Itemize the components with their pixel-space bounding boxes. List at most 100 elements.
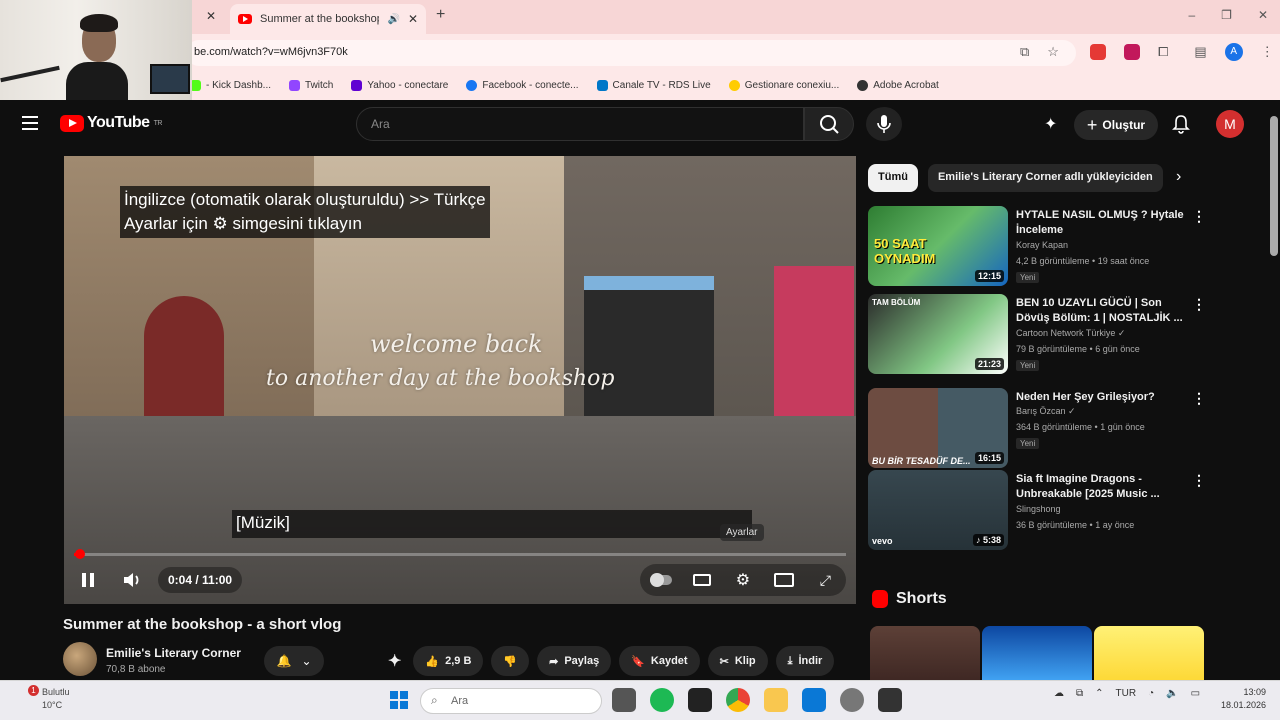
extension-media-icon[interactable]: [1124, 44, 1140, 60]
youtube-logo[interactable]: YouTube TR: [60, 114, 162, 132]
minimize-button[interactable]: –: [1188, 8, 1195, 22]
recommendation-meta: 364 B görüntüleme • 1 gün önce: [1016, 422, 1145, 432]
bookmark-star-icon[interactable]: ☆: [1047, 44, 1059, 60]
chip-all[interactable]: Tümü: [868, 164, 918, 192]
search-input[interactable]: Ara: [356, 107, 804, 141]
settings-icon[interactable]: [840, 688, 864, 712]
more-options-icon[interactable]: ⋮: [1192, 390, 1206, 407]
video-duration: ♪ 5:38: [972, 534, 1004, 546]
store-icon[interactable]: [802, 688, 826, 712]
kebab-menu-icon[interactable]: ⋮: [1261, 44, 1274, 60]
puzzle-icon[interactable]: ⧠: [1158, 44, 1168, 60]
bookmark-favicon-icon: [728, 79, 740, 91]
video-thumbnail[interactable]: 50 SAAT OYNADIM 12:15: [868, 206, 1008, 286]
maximize-button[interactable]: ❐: [1221, 8, 1232, 22]
bookmark-item[interactable]: Adobe Acrobat: [857, 79, 939, 91]
windows-start-icon[interactable]: [390, 691, 408, 709]
scrollbar-thumb[interactable]: [1270, 116, 1278, 256]
autoplay-toggle[interactable]: [649, 569, 672, 591]
close-tab-icon[interactable]: ✕: [408, 12, 418, 26]
short-thumbnail[interactable]: [1094, 626, 1204, 682]
close-icon[interactable]: ✕: [206, 9, 216, 23]
volume-icon: [124, 573, 139, 587]
language-indicator[interactable]: TUR: [1116, 688, 1137, 699]
browser-tab-active[interactable]: Summer at the bookshop 🔊 ✕: [230, 4, 426, 34]
download-button[interactable]: ⤓ İndir: [775, 646, 835, 676]
video-thumbnail[interactable]: BU BİR TESADÜF DE... 16:15: [868, 388, 1008, 468]
hamburger-menu-icon[interactable]: [22, 116, 38, 130]
speaker-icon[interactable]: 🔈: [1166, 688, 1178, 699]
system-tray: ☁ ⧉ ⌃ TUR ◔ 🔈 ▭: [1054, 688, 1200, 699]
video-thumbnail[interactable]: vevo ♪ 5:38: [868, 470, 1008, 550]
channel-avatar[interactable]: [63, 642, 97, 676]
theater-mode-icon[interactable]: [773, 569, 795, 591]
shorts-section-header: Shorts: [872, 590, 947, 608]
dislike-button[interactable]: 👎: [491, 646, 530, 676]
chevron-right-icon[interactable]: ›: [1176, 168, 1181, 186]
spotify-icon[interactable]: [650, 688, 674, 712]
extension-red-icon[interactable]: [1090, 44, 1106, 60]
taskbar-search-input[interactable]: ⌕ Ara: [420, 688, 602, 714]
bookmark-item[interactable]: Gestionare conexiu...: [728, 79, 839, 91]
save-button[interactable]: 🔖 Kaydet: [619, 646, 700, 676]
taskbar-clock[interactable]: 13:09 18.01.2026: [1206, 686, 1266, 712]
new-tab-button[interactable]: +: [436, 6, 445, 24]
short-thumbnail[interactable]: [982, 626, 1092, 682]
channel-name[interactable]: Emilie's Literary Corner: [106, 646, 241, 660]
recommendation-item[interactable]: BU BİR TESADÜF DE... 16:15 Neden Her Şey…: [868, 388, 1206, 472]
folder-icon[interactable]: [764, 688, 788, 712]
chip-uploader[interactable]: Emilie's Literary Corner adlı yükleyicid…: [927, 164, 1163, 192]
chrome-profile-avatar[interactable]: A: [1224, 43, 1243, 61]
like-button[interactable]: 👍 2,9 B: [413, 646, 484, 676]
speaker-icon[interactable]: 🔊: [387, 14, 399, 25]
progress-scrubber[interactable]: [75, 549, 85, 559]
file-explorer-icon[interactable]: [612, 688, 636, 712]
cloud-icon[interactable]: ☁: [1054, 688, 1064, 699]
voice-search-button[interactable]: [866, 107, 902, 141]
recommendation-item[interactable]: vevo ♪ 5:38 Sia ft Imagine Dragons - Unb…: [868, 470, 1206, 554]
bookmark-item[interactable]: Canale TV - RDS Live: [596, 79, 711, 91]
more-options-icon[interactable]: ⋮: [1192, 472, 1206, 489]
chevron-up-icon[interactable]: ⌃: [1095, 688, 1103, 699]
sparkle-icon[interactable]: ✦: [1044, 114, 1057, 134]
video-actions: ✦ 👍 2,9 B 👎 ➦ Paylaş 🔖 Kaydet ✂ Klip ⤓ İndir: [384, 646, 835, 676]
more-options-icon[interactable]: ⋮: [1192, 208, 1206, 225]
tray-app-icon[interactable]: ⧉: [1076, 688, 1083, 699]
recommendation-meta: 36 B görüntüleme • 1 ay önce: [1016, 520, 1135, 530]
bookmark-item[interactable]: Yahoo - conectare: [351, 79, 448, 91]
wifi-icon[interactable]: ◔: [1148, 688, 1154, 699]
progress-bar[interactable]: [74, 553, 846, 556]
recommendation-channel: Koray Kapan: [1016, 240, 1069, 250]
bookmark-favicon-icon: [466, 79, 478, 91]
pause-button[interactable]: [70, 564, 106, 596]
sidepanel-icon[interactable]: ▤: [1194, 44, 1206, 60]
ask-ai-button[interactable]: ✦: [384, 646, 405, 676]
battery-icon[interactable]: ▭: [1191, 688, 1200, 699]
volume-button[interactable]: [118, 564, 146, 596]
notifications-bell-icon[interactable]: [1170, 113, 1192, 140]
subscription-bell-button[interactable]: 🔔 ⌄: [264, 646, 324, 676]
media-app-icon[interactable]: [688, 688, 712, 712]
chrome-icon[interactable]: [726, 688, 750, 712]
subtitles-icon[interactable]: [691, 569, 713, 591]
recording-app-icon[interactable]: [878, 688, 902, 712]
settings-gear-icon[interactable]: ⚙: [732, 569, 754, 591]
bookmark-item[interactable]: - Kick Dashb...: [190, 79, 271, 91]
address-bar[interactable]: be.com/watch?v=wM6jvn3F70k: [186, 40, 1076, 66]
recommendation-item[interactable]: 50 SAAT OYNADIM 12:15 HYTALE NASIL OLMUŞ…: [868, 206, 1206, 290]
close-window-button[interactable]: ✕: [1258, 8, 1268, 22]
share-button[interactable]: ➦ Paylaş: [537, 646, 612, 676]
recommendation-item[interactable]: TAM BÖLÜM 21:23 BEN 10 UZAYLI GÜCÜ | Son…: [868, 294, 1206, 378]
bookmark-item[interactable]: Facebook - conecte...: [466, 79, 579, 91]
user-avatar[interactable]: M: [1216, 110, 1244, 138]
bookmark-item[interactable]: Twitch: [289, 79, 333, 91]
fullscreen-icon[interactable]: ⤢: [814, 569, 836, 591]
more-options-icon[interactable]: ⋮: [1192, 296, 1206, 313]
cast-icon[interactable]: ⧉: [1020, 44, 1029, 60]
video-thumbnail[interactable]: TAM BÖLÜM 21:23: [868, 294, 1008, 374]
search-button[interactable]: [804, 107, 854, 141]
short-thumbnail[interactable]: [870, 626, 980, 682]
clip-button[interactable]: ✂ Klip: [707, 646, 768, 676]
create-button[interactable]: + Oluştur: [1074, 110, 1158, 140]
new-badge: Yeni: [1016, 438, 1040, 449]
